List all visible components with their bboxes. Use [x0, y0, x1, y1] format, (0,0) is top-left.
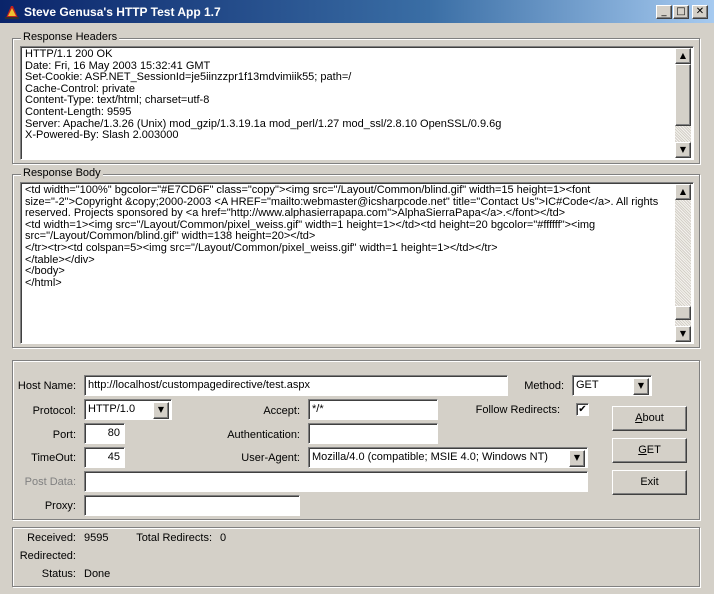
scroll-down-button[interactable]: ▼ [675, 142, 691, 158]
port-input[interactable]: 80 [84, 423, 125, 444]
status-panel [12, 527, 700, 587]
chevron-down-icon[interactable]: ▼ [569, 450, 585, 467]
follow-redirects-label: Follow Redirects: [475, 404, 560, 416]
exit-button[interactable]: Exit [612, 470, 687, 495]
scroll-thumb[interactable] [675, 64, 691, 126]
method-select-value: GET [576, 379, 599, 391]
method-label: Method: [524, 380, 564, 392]
window-title: Steve Genusa's HTTP Test App 1.7 [24, 5, 221, 19]
get-button[interactable]: GET [612, 438, 687, 463]
scroll-up-button[interactable]: ▲ [675, 184, 691, 200]
chevron-down-icon[interactable]: ▼ [633, 378, 649, 395]
received-value: 9595 [84, 532, 109, 544]
timeout-label: TimeOut: [31, 452, 76, 464]
response-headers-scrollbar[interactable]: ▲ ▼ [675, 48, 691, 158]
about-button[interactable]: About [612, 406, 687, 431]
proxy-input[interactable] [84, 495, 300, 516]
timeout-input[interactable]: 45 [84, 447, 125, 468]
status-value: Done [84, 568, 111, 580]
accept-label: Accept: [263, 405, 300, 417]
protocol-select[interactable]: HTTP/1.0 ▼ [84, 399, 172, 420]
method-select[interactable]: GET ▼ [572, 375, 652, 396]
maximize-button[interactable]: □ [673, 5, 689, 19]
response-body-scrollbar[interactable]: ▲ ▼ [675, 184, 691, 342]
host-name-label: Host Name: [17, 380, 76, 392]
protocol-select-value: HTTP/1.0 [88, 403, 136, 415]
response-headers-textarea[interactable]: HTTP/1.1 200 OK Date: Fri, 16 May 2003 1… [20, 46, 694, 160]
response-headers-label: Response Headers [21, 31, 120, 43]
get-button-hotkey: G [638, 444, 647, 456]
response-body-textarea[interactable]: <td width="100%" bgcolor="#E7CD6F" class… [20, 182, 694, 344]
close-button[interactable]: ✕ [692, 5, 708, 19]
about-button-label: bout [642, 412, 664, 424]
post-data-input[interactable] [84, 471, 588, 492]
user-agent-select[interactable]: Mozilla/4.0 (compatible; MSIE 4.0; Windo… [308, 447, 588, 468]
chevron-down-icon[interactable]: ▼ [153, 402, 169, 419]
authentication-label: Authentication: [227, 429, 300, 441]
host-name-input[interactable]: http://localhost/custompagedirective/tes… [84, 375, 508, 396]
accept-input[interactable]: */* [308, 399, 438, 420]
protocol-label: Protocol: [32, 405, 76, 417]
user-agent-label: User-Agent: [241, 452, 300, 464]
user-agent-select-value: Mozilla/4.0 (compatible; MSIE 4.0; Windo… [312, 451, 548, 463]
authentication-input[interactable] [308, 423, 438, 444]
received-label: Received: [27, 532, 76, 544]
scroll-up-button[interactable]: ▲ [675, 48, 691, 64]
app-icon [5, 6, 19, 19]
scroll-thumb[interactable] [675, 306, 691, 320]
total-redirects-value: 0 [220, 532, 227, 544]
minimize-button[interactable]: _ [656, 5, 672, 19]
proxy-label: Proxy: [44, 500, 76, 512]
response-headers-text: HTTP/1.1 200 OK Date: Fri, 16 May 2003 1… [25, 48, 502, 142]
get-button-label: ET [646, 444, 661, 456]
redirected-label: Redirected: [19, 550, 76, 562]
status-label: Status: [41, 568, 76, 580]
scroll-down-button[interactable]: ▼ [675, 326, 691, 342]
response-body-label: Response Body [21, 167, 103, 179]
follow-redirects-checkbox[interactable]: ✔ [576, 403, 589, 416]
response-body-text: <td width="100%" bgcolor="#E7CD6F" class… [25, 184, 659, 289]
total-redirects-label: Total Redirects: [136, 532, 212, 544]
post-data-label: Post Data: [24, 476, 76, 488]
port-label: Port: [52, 429, 76, 441]
